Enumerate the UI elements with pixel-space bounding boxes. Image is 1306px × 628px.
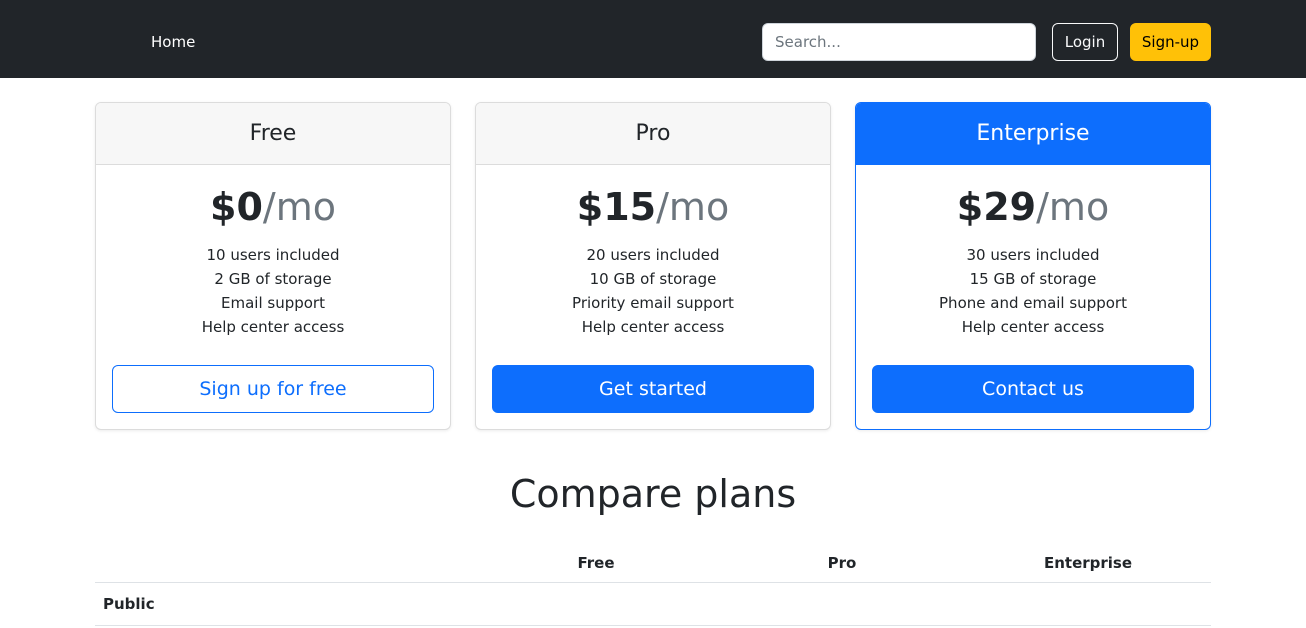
price-unit: /mo — [1036, 185, 1110, 229]
feature-item: Email support — [221, 294, 325, 312]
price-amount: $0 — [210, 185, 263, 229]
pricing-card-free: Free $0/mo 10 users included 2 GB of sto… — [95, 102, 451, 430]
plan-price: $15/mo — [476, 183, 830, 231]
search-input[interactable] — [762, 23, 1036, 61]
feature-item: 10 users included — [206, 246, 340, 264]
signup-button[interactable]: Sign-up — [1130, 23, 1211, 61]
feature-item: Help center access — [581, 318, 725, 336]
column-header-enterprise: Enterprise — [1043, 554, 1133, 572]
pricing-card-pro: Pro $15/mo 20 users included 10 GB of st… — [475, 102, 831, 430]
feature-item: 20 users included — [586, 246, 720, 264]
table-header: Free Pro Enterprise — [95, 544, 1211, 583]
nav-link-home[interactable]: Home — [151, 31, 195, 53]
feature-item: 10 GB of storage — [589, 270, 717, 288]
feature-item: Phone and email support — [939, 294, 1127, 312]
login-button[interactable]: Login — [1052, 23, 1118, 61]
feature-item: Help center access — [201, 318, 345, 336]
feature-list: 10 users included 2 GB of storage Email … — [96, 243, 450, 339]
sign-up-free-button[interactable]: Sign up for free — [112, 365, 434, 413]
column-header-free: Free — [577, 554, 615, 572]
table-row: Public — [95, 583, 1211, 626]
compare-plans-heading: Compare plans — [509, 472, 797, 516]
plan-name: Enterprise — [856, 103, 1210, 165]
column-header-pro: Pro — [827, 554, 857, 572]
price-unit: /mo — [262, 185, 336, 229]
get-started-button[interactable]: Get started — [492, 365, 814, 413]
plan-price: $29/mo — [856, 183, 1210, 231]
feature-list: 20 users included 10 GB of storage Prior… — [476, 243, 830, 339]
price-unit: /mo — [656, 185, 730, 229]
price-amount: $15 — [576, 185, 657, 229]
feature-list: 30 users included 15 GB of storage Phone… — [856, 243, 1210, 339]
feature-item: 15 GB of storage — [969, 270, 1097, 288]
plan-name: Free — [96, 103, 450, 165]
feature-item: Help center access — [961, 318, 1105, 336]
contact-us-button[interactable]: Contact us — [872, 365, 1194, 413]
price-amount: $29 — [956, 185, 1037, 229]
feature-item: 2 GB of storage — [214, 270, 332, 288]
navbar: Home Login Sign-up — [0, 0, 1306, 78]
plan-price: $0/mo — [96, 183, 450, 231]
feature-item: Priority email support — [572, 294, 734, 312]
pricing-card-enterprise: Enterprise $29/mo 30 users included 15 G… — [855, 102, 1211, 430]
feature-item: 30 users included — [966, 246, 1100, 264]
compare-table: Free Pro Enterprise Public — [95, 544, 1211, 626]
row-label: Public — [103, 595, 155, 613]
plan-name: Pro — [476, 103, 830, 165]
